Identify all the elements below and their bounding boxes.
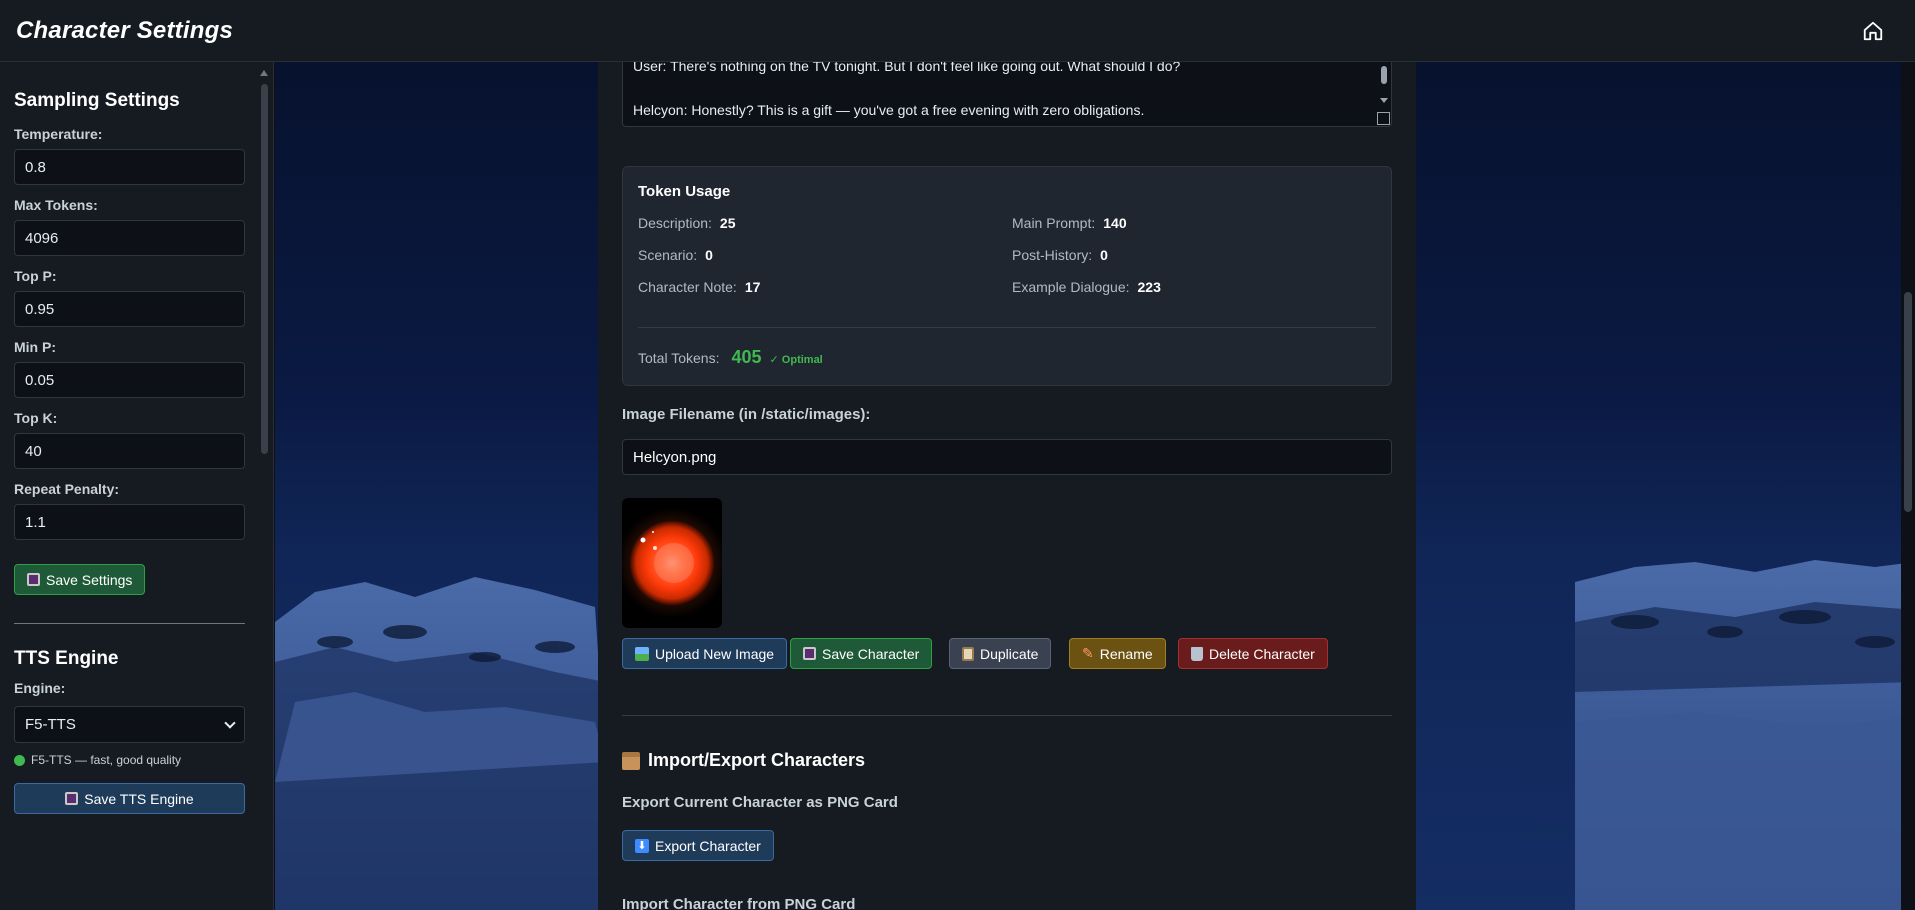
- save-tts-label: Save TTS Engine: [84, 790, 194, 807]
- token-description: Description: 25: [638, 215, 736, 231]
- scroll-down-icon: [1380, 98, 1388, 103]
- token-total: Total Tokens: 405 ✓ Optimal: [638, 347, 823, 368]
- settings-sidebar: Sampling Settings Temperature: 0.8 Max T…: [0, 62, 274, 910]
- token-post-history: Post-History: 0: [1012, 247, 1108, 263]
- status-dot-icon: [14, 754, 25, 766]
- dialogue-line-2: Helcyon: Honestly? This is a gift — you'…: [633, 102, 1145, 118]
- save-settings-button[interactable]: Save Settings: [14, 564, 146, 595]
- download-arrow-icon: ⬇: [635, 838, 649, 853]
- token-usage-card: Token Usage Description: 25 Main Prompt: 1…: [622, 166, 1392, 386]
- top-k-input[interactable]: 40: [14, 433, 245, 469]
- top-p-label: Top P:: [14, 268, 57, 284]
- top-bar: Character Settings: [0, 0, 1915, 62]
- textarea-scrollbar[interactable]: [1379, 64, 1389, 108]
- repeat-penalty-input[interactable]: 1.1: [14, 504, 245, 540]
- temperature-input[interactable]: 0.8: [14, 149, 245, 185]
- engine-selected-value: F5-TTS: [25, 716, 76, 733]
- engine-status-note: F5-TTS — fast, good quality: [14, 753, 246, 767]
- repeat-penalty-label: Repeat Penalty:: [14, 481, 120, 497]
- textarea-scroll-thumb[interactable]: [1381, 66, 1387, 84]
- floppy-disk-icon: [803, 647, 816, 660]
- upload-image-button[interactable]: Upload New Image: [622, 638, 788, 669]
- floppy-disk-icon: [27, 573, 40, 586]
- character-editor-panel: User: There's nothing on the TV tonight.…: [598, 62, 1416, 910]
- top-k-label: Top K:: [14, 410, 58, 426]
- dialogue-line-1: User: There's nothing on the TV tonight.…: [633, 62, 1181, 74]
- home-button[interactable]: [1855, 13, 1891, 49]
- export-section-label: Export Current Character as PNG Card: [622, 794, 898, 811]
- image-filename-input[interactable]: Helcyon.png: [622, 439, 1392, 475]
- trash-icon: [1191, 646, 1203, 661]
- page-title: Character Settings: [16, 16, 233, 44]
- example-dialogue-textarea[interactable]: User: There's nothing on the TV tonight.…: [622, 62, 1392, 127]
- rename-button[interactable]: ✎ Rename: [1069, 638, 1166, 669]
- chevron-down-icon: [224, 716, 236, 729]
- token-divider: [638, 327, 1376, 328]
- temperature-label: Temperature:: [14, 126, 103, 142]
- total-tokens-value: 405: [731, 347, 762, 367]
- token-main-prompt: Main Prompt: 140: [1012, 215, 1127, 231]
- home-icon: [1863, 21, 1883, 40]
- token-character-note: Character Note: 17: [638, 279, 761, 295]
- scroll-up-icon: [260, 70, 268, 76]
- character-image-preview: [622, 498, 722, 628]
- min-p-input[interactable]: 0.05: [14, 362, 245, 398]
- save-character-button[interactable]: Save Character: [790, 638, 933, 669]
- package-icon: [622, 751, 640, 770]
- min-p-label: Min P:: [14, 339, 56, 355]
- engine-select[interactable]: F5-TTS: [14, 706, 245, 743]
- floppy-disk-icon: [65, 792, 79, 805]
- max-tokens-input[interactable]: 4096: [14, 220, 245, 256]
- save-settings-label: Save Settings: [46, 571, 133, 588]
- page-scrollbar[interactable]: [1901, 62, 1915, 910]
- import-export-title: Import/Export Characters: [622, 750, 865, 771]
- sidebar-divider: [14, 623, 245, 624]
- token-usage-title: Token Usage: [638, 183, 731, 200]
- engine-note-text: F5-TTS — fast, good quality: [31, 753, 182, 767]
- max-tokens-label: Max Tokens:: [14, 197, 98, 213]
- sidebar-scroll-thumb[interactable]: [261, 84, 268, 454]
- token-status-badge: ✓ Optimal: [769, 354, 823, 366]
- total-tokens-label: Total Tokens:: [638, 350, 720, 366]
- import-section-label: Import Character from PNG Card: [622, 896, 856, 910]
- save-tts-engine-button[interactable]: Save TTS Engine: [14, 783, 245, 814]
- resize-handle-icon[interactable]: [1377, 112, 1390, 125]
- pencil-icon: ✎: [1082, 645, 1094, 661]
- sampling-settings-title: Sampling Settings: [14, 90, 180, 111]
- image-filename-label: Image Filename (in /static/images):: [622, 406, 871, 423]
- section-divider: [622, 715, 1392, 716]
- export-character-button[interactable]: ⬇ Export Character: [622, 830, 774, 861]
- picture-icon: [635, 646, 649, 661]
- token-scenario: Scenario: 0: [638, 247, 713, 263]
- delete-character-button[interactable]: Delete Character: [1178, 638, 1328, 669]
- token-example-dialogue: Example Dialogue: 223: [1012, 279, 1161, 295]
- duplicate-button[interactable]: Duplicate: [949, 638, 1052, 669]
- character-actions: Upload New Image Save Character Duplicat…: [622, 638, 1402, 670]
- page-scroll-thumb[interactable]: [1904, 292, 1912, 512]
- engine-label: Engine:: [14, 680, 66, 696]
- tts-engine-title: TTS Engine: [14, 648, 119, 669]
- sidebar-scrollbar[interactable]: [258, 70, 270, 910]
- top-p-input[interactable]: 0.95: [14, 291, 245, 327]
- clipboard-icon: [962, 646, 974, 661]
- orb-image: [622, 508, 722, 618]
